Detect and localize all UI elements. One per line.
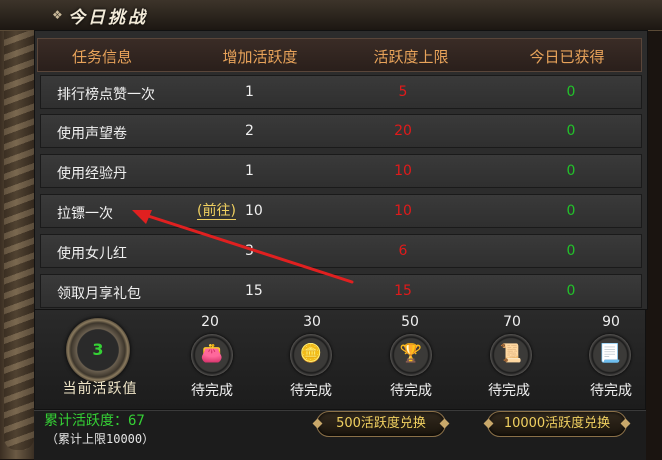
table-row: 使用经验丹 1 10 0	[40, 154, 642, 188]
header-task-info: 任务信息	[71, 48, 132, 66]
task-name: 使用女儿红	[57, 246, 127, 262]
title-ornament-icon: ❖	[52, 8, 63, 22]
exchange-500-button[interactable]: 500活跃度兑换	[316, 411, 446, 437]
task-today: 0	[566, 84, 576, 100]
current-activity-value: 3	[92, 340, 104, 359]
task-limit: 10	[394, 203, 412, 219]
gold-ingot-icon[interactable]: 🏆	[390, 334, 432, 376]
task-limit: 10	[394, 163, 412, 179]
task-add-activity: 10	[245, 203, 263, 219]
task-add-activity: 15	[245, 283, 263, 299]
milestone-value: 50	[401, 314, 419, 330]
milestone-status: 待完成	[290, 383, 332, 399]
task-add-activity: 3	[245, 243, 254, 259]
task-limit: 6	[398, 243, 408, 259]
golden-scroll-icon[interactable]: 📃	[589, 334, 631, 376]
milestone-status: 待完成	[191, 383, 233, 399]
activity-medal: 3	[66, 318, 130, 382]
task-limit: 5	[398, 84, 408, 100]
total-activity: 累计活跃度：67	[44, 413, 145, 429]
milestone-value: 70	[503, 314, 521, 330]
task-name: 拉镖一次	[57, 206, 113, 222]
milestone-status: 待完成	[390, 383, 432, 399]
title-bar: ❖ 今日挑战	[0, 0, 662, 31]
task-today: 0	[566, 243, 576, 259]
task-name: 使用声望卷	[57, 126, 127, 142]
header-add-activity: 增加活跃度	[222, 48, 298, 66]
current-activity-label: 当前活跃值	[62, 381, 138, 397]
task-name: 使用经验丹	[57, 166, 127, 182]
table-row: 拉镖一次 (前往) 10 10 0	[40, 194, 642, 228]
task-today: 0	[566, 163, 576, 179]
table-row: 使用声望卷 2 20 0	[40, 114, 642, 148]
header-activity-limit: 活跃度上限	[373, 48, 449, 66]
table-row: 领取月享礼包 15 15 0	[40, 274, 642, 308]
exchange-10000-button[interactable]: 10000活跃度兑换	[487, 411, 627, 437]
milestone-value: 90	[602, 314, 620, 330]
scroll-icon[interactable]: 📜	[490, 334, 532, 376]
coin-pouch-icon[interactable]: 👛	[191, 334, 233, 376]
table-row: 使用女儿红 3 6 0	[40, 234, 642, 268]
window-title: 今日挑战	[68, 8, 148, 28]
task-limit: 15	[394, 283, 412, 299]
goto-link[interactable]: (前往)	[197, 203, 236, 220]
task-today: 0	[566, 203, 576, 219]
table-header: 任务信息 增加活跃度 活跃度上限 今日已获得	[37, 38, 642, 72]
table-row: 排行榜点赞一次 1 5 0	[40, 75, 642, 109]
task-add-activity: 1	[245, 84, 254, 100]
total-activity-cap: （累计上限10000）	[46, 432, 155, 446]
task-add-activity: 2	[245, 123, 254, 139]
task-today: 0	[566, 283, 576, 299]
milestone-status: 待完成	[590, 383, 632, 399]
task-add-activity: 1	[245, 163, 254, 179]
milestone-value: 20	[201, 314, 219, 330]
task-limit: 20	[394, 123, 412, 139]
header-today-earned: 今日已获得	[529, 48, 605, 66]
milestone-status: 待完成	[488, 383, 530, 399]
task-today: 0	[566, 123, 576, 139]
gold-coins-icon[interactable]: 🪙	[290, 334, 332, 376]
task-name: 领取月享礼包	[57, 286, 141, 302]
milestone-value: 30	[303, 314, 321, 330]
task-name: 排行榜点赞一次	[57, 87, 155, 103]
